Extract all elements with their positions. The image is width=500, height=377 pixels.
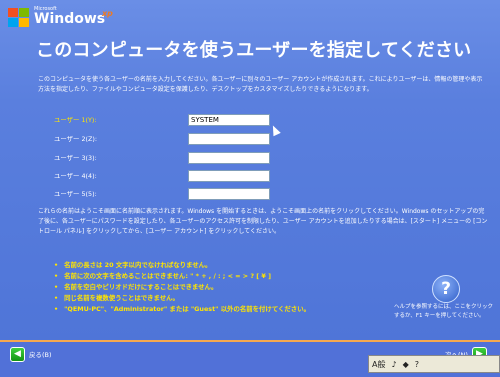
help-icon[interactable]: ? xyxy=(432,275,460,303)
rule-item: 名前の長さは 20 文字以内でなければなりません。 xyxy=(54,260,310,271)
back-button-label: 戻る(B) xyxy=(29,351,52,359)
rule-item: 名前を空白やピリオドだけにすることはできません。 xyxy=(54,282,310,293)
windows-flag-icon xyxy=(8,8,30,28)
help-text[interactable]: ヘルプを参照するには、ここをクリックするか、F1 キーを押してください。 xyxy=(394,303,498,321)
back-arrow-icon: ◀ xyxy=(10,346,25,362)
user-5-field[interactable] xyxy=(188,188,270,200)
ime-item-icon[interactable]: ◆ xyxy=(403,360,409,369)
user-1-field[interactable] xyxy=(188,114,270,126)
windows-text: Windows xyxy=(34,11,106,27)
back-button[interactable]: ◀ 戻る(B) xyxy=(10,346,56,362)
user-4-field[interactable] xyxy=(188,170,270,182)
xp-text: xp xyxy=(102,9,113,18)
user-4-label: ユーザー 4(4): xyxy=(54,172,97,180)
mouse-cursor-icon xyxy=(269,123,281,137)
user-2-label: ユーザー 2(Z): xyxy=(54,135,98,143)
rule-item: "QEMU-PC"、"Administrator" または "Guest" 以外… xyxy=(54,304,310,315)
setup-screen: Microsoft Windows xp このコンピュータを使うユーザーを指定し… xyxy=(0,0,500,340)
user-3-field[interactable] xyxy=(188,152,270,164)
page-title: このコンピュータを使うユーザーを指定してください xyxy=(36,40,472,61)
info-text: これらの名前はようこそ画面に名前順に表示されます。Windows を開始するとき… xyxy=(38,208,488,235)
user-5-label: ユーザー 5(5): xyxy=(54,190,97,198)
ime-help-icon[interactable]: ? xyxy=(415,360,419,369)
user-3-label: ユーザー 3(3): xyxy=(54,154,97,162)
ime-item-icon[interactable]: ♪ xyxy=(391,360,396,369)
name-rules-list: 名前の長さは 20 文字以内でなければなりません。 名前に次の文字を含めることは… xyxy=(54,260,310,315)
user-2-field[interactable] xyxy=(188,133,270,145)
ime-mode[interactable]: A般 xyxy=(372,359,385,370)
user-1-label: ユーザー 1(Y): xyxy=(54,116,97,124)
rule-item: 名前に次の文字を含めることはできません: " * + , / : ; < = >… xyxy=(54,271,310,282)
rule-item: 同じ名前を複数使うことはできません。 xyxy=(54,293,310,304)
page-description: このコンピュータを使う各ユーザーの名前を入力してください。各ユーザーに別々のユー… xyxy=(38,76,483,93)
ime-toolbar[interactable]: A般 ♪ ◆ ? xyxy=(368,355,500,373)
